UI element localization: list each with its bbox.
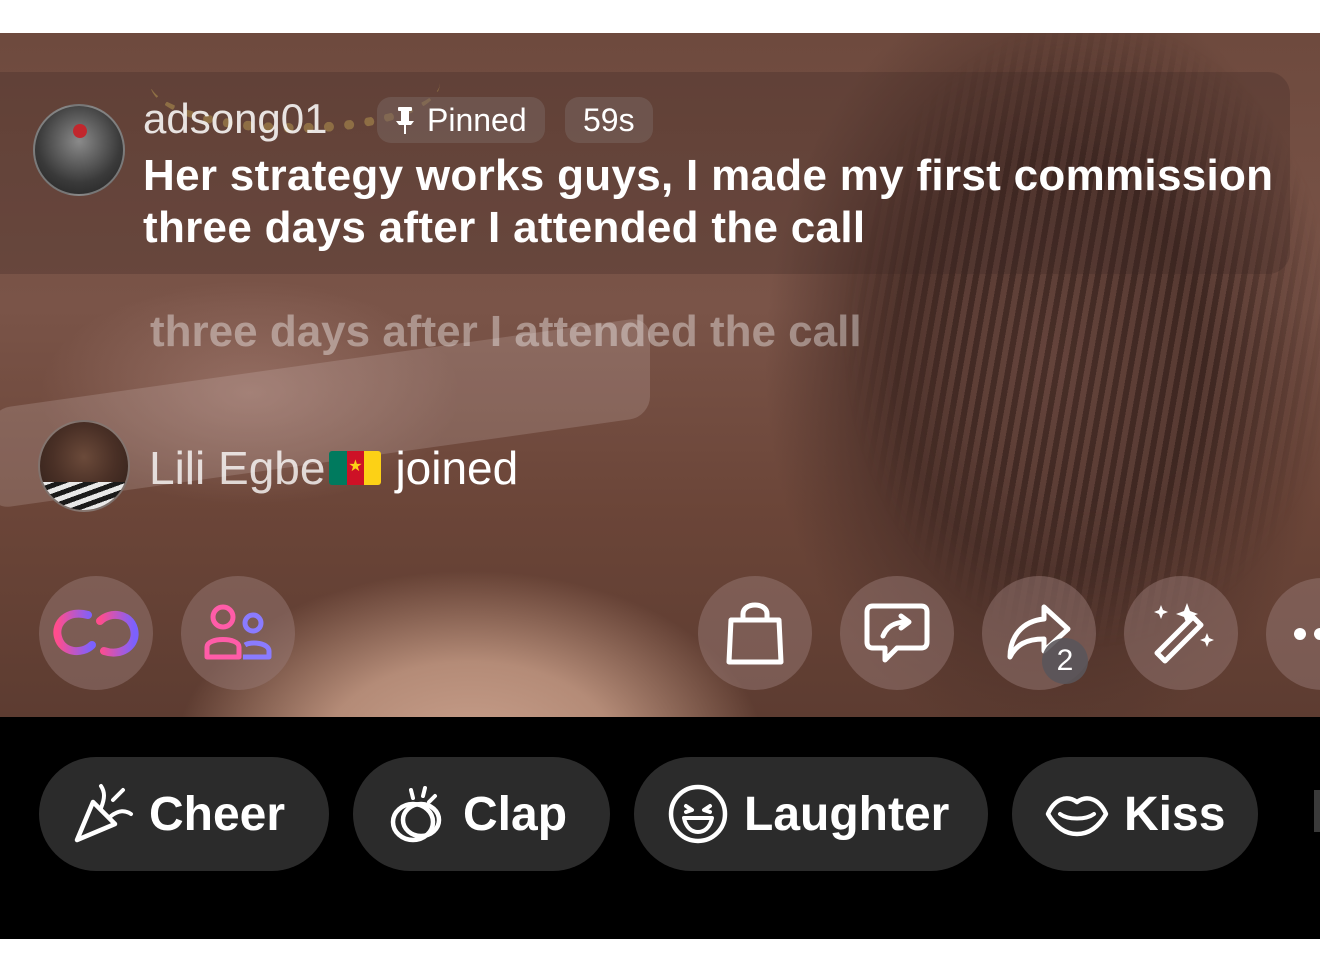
- joined-action-text: joined: [395, 442, 519, 494]
- more-icon: [1294, 628, 1306, 640]
- laughing-face-icon: [668, 784, 728, 844]
- lips-icon: [1045, 796, 1109, 837]
- joined-user-name: Lili Egbe: [149, 442, 326, 494]
- comment-username[interactable]: adsong01: [143, 94, 328, 144]
- people-icon: [204, 604, 272, 660]
- pinned-badge: Pinned: [377, 97, 545, 143]
- rose-icon: [73, 124, 87, 138]
- next-reaction-edge[interactable]: [1314, 790, 1320, 832]
- link-icon: [53, 609, 139, 657]
- reaction-laughter-label: Laughter: [744, 787, 950, 841]
- faded-comment-text: three days after I attended the call: [150, 307, 862, 356]
- avatar-adsong01[interactable]: [33, 104, 125, 196]
- cameroon-flag-icon: [329, 451, 382, 485]
- share-count-badge: 2: [1042, 638, 1088, 684]
- reaction-clap-button[interactable]: Clap: [353, 757, 610, 871]
- avatar-stripes-decoration: [40, 482, 128, 510]
- time-ago: 59s: [583, 102, 635, 138]
- reaction-clap-label: Clap: [463, 787, 568, 841]
- pinned-message-text: Her strategy works guys, I made my first…: [143, 151, 1274, 252]
- link-button[interactable]: [39, 576, 153, 690]
- time-badge: 59s: [565, 97, 653, 143]
- avatar-lili-egbe[interactable]: [38, 420, 130, 512]
- reaction-cheer-button[interactable]: Cheer: [39, 757, 329, 871]
- reaction-cheer-label: Cheer: [149, 787, 286, 841]
- party-popper-icon: [74, 784, 133, 843]
- chat-share-icon: [864, 603, 930, 663]
- reaction-kiss-button[interactable]: Kiss: [1012, 757, 1258, 871]
- shop-button[interactable]: [698, 576, 812, 690]
- reaction-laughter-button[interactable]: Laughter: [634, 757, 988, 871]
- magic-wand-icon: [1154, 603, 1214, 664]
- clap-icon: [390, 786, 442, 843]
- pin-icon: [396, 107, 414, 134]
- join-notification: Lili Egbe joined: [149, 440, 518, 496]
- reaction-kiss-label: Kiss: [1124, 787, 1226, 841]
- pinned-label: Pinned: [427, 102, 527, 138]
- guests-button[interactable]: [181, 576, 295, 690]
- chat-share-button[interactable]: [840, 576, 954, 690]
- effects-button[interactable]: [1124, 576, 1238, 690]
- shopping-bag-icon: [726, 602, 784, 665]
